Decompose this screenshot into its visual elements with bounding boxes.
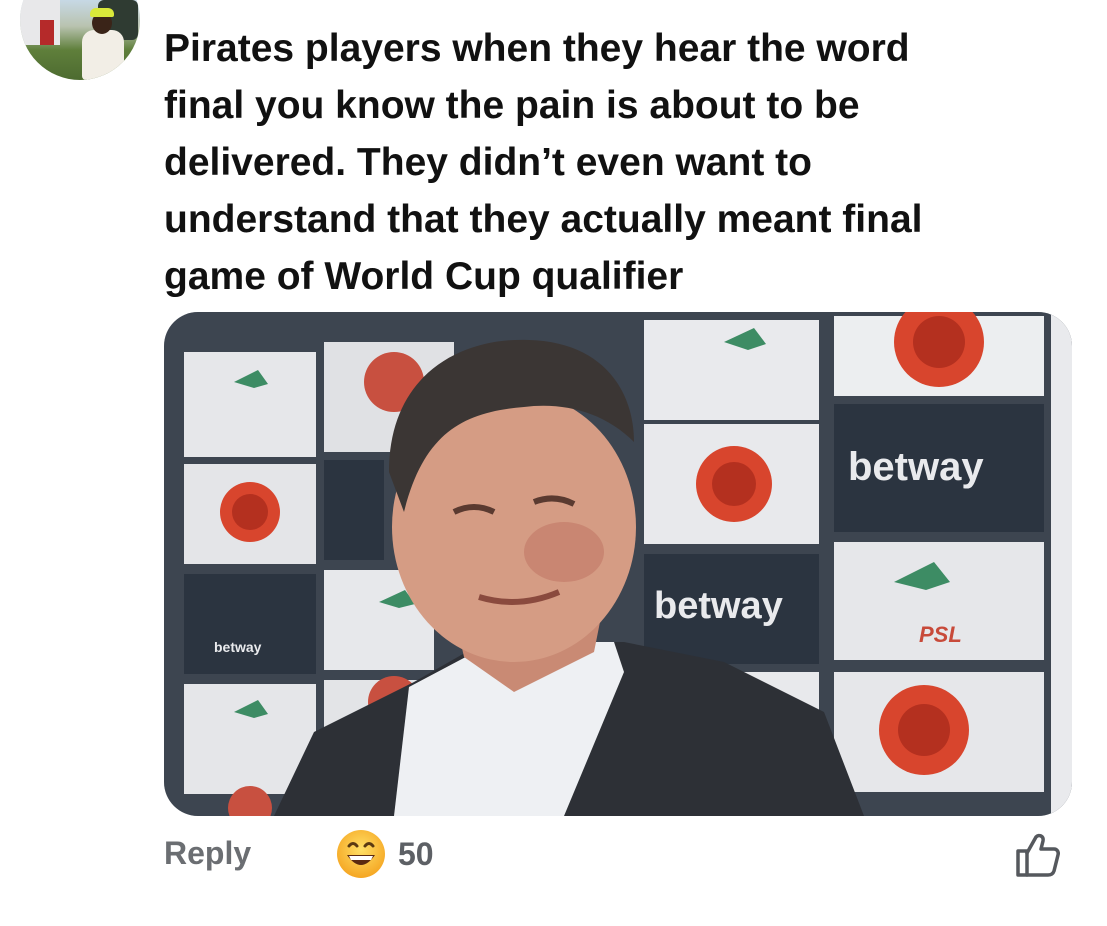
avatar[interactable] [20,0,140,80]
comment-line: delivered. They didn’t even want to [164,141,812,184]
sponsor-text: betway [214,639,262,655]
press-conference-photo: PSL betway betway betway [164,312,1072,816]
comment-line: Pirates players when they hear the word [164,27,910,70]
comment-image[interactable]: PSL betway betway betway [164,312,1072,816]
comment-text: Pirates players when they hear the word … [164,20,1064,305]
thumbs-up-icon[interactable] [1010,829,1062,881]
comment-line: understand that they actually meant fina… [164,198,923,241]
comment-line: final you know the pain is about to be [164,84,860,127]
comment-line: game of World Cup qualifier [164,255,684,298]
face-shading [524,522,604,582]
avatar-person-body [82,30,124,80]
grinning-face-emoji-icon [337,830,385,878]
avatar-hat [90,8,114,17]
reaction-summary[interactable]: 50 [336,829,434,879]
comment-actions: Reply 50 [0,825,1107,885]
sponsor-text: betway [848,445,984,489]
sponsor-text: betway [654,585,783,627]
reaction-count: 50 [398,835,434,872]
reply-button[interactable]: Reply [164,835,251,872]
avatar-door [40,20,54,45]
psl-logo-text: PSL [919,622,962,647]
